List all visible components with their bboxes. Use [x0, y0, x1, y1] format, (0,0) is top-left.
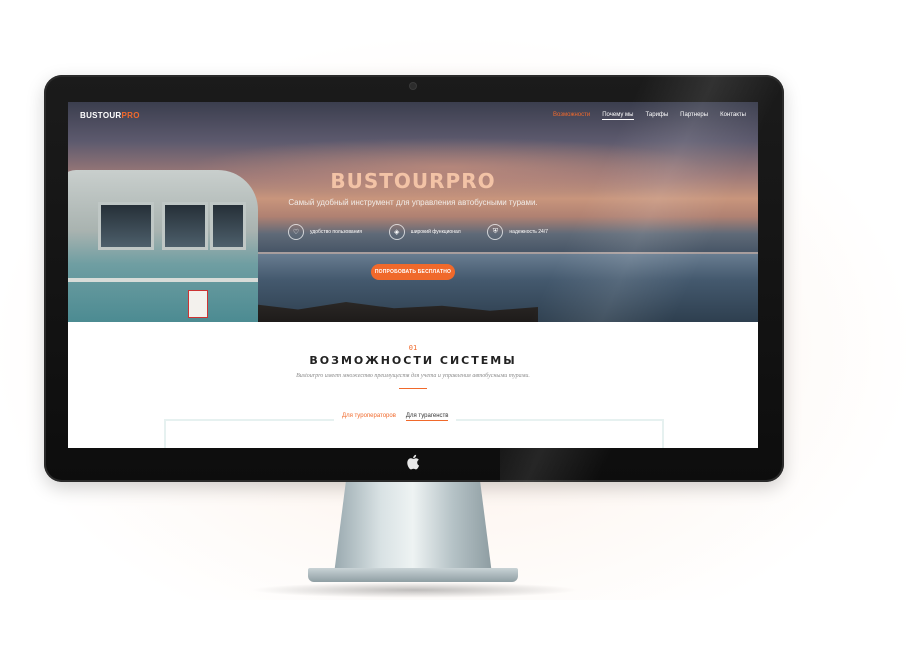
monitor-bezel: BUSTOURPRO Возможности Почему мы Тарифы … — [44, 75, 784, 482]
heart-icon: ♡ — [288, 224, 304, 240]
try-free-button[interactable]: ПОПРОБОВАТЬ БЕСПЛАТНО — [371, 264, 455, 280]
site-logo[interactable]: BUSTOURPRO — [80, 111, 140, 120]
van-stripe — [68, 278, 258, 282]
tab-panel — [164, 419, 664, 448]
menu-item-features[interactable]: Возможности — [553, 112, 590, 120]
hero-subtitle: Самый удобный инструмент для управления … — [288, 198, 538, 207]
feature-item: ◈ широкий функционал — [388, 224, 461, 240]
apple-logo-icon — [407, 454, 420, 470]
section-divider — [399, 388, 427, 389]
tab-bar: Для туроператоров Для турагенств — [334, 413, 457, 421]
feature-label: надежность 24/7 — [509, 229, 548, 235]
layers-icon: ◈ — [388, 224, 405, 240]
section-title: ВОЗМОЖНОСТИ СИСТЕМЫ — [309, 354, 517, 367]
browser-screen: BUSTOURPRO Возможности Почему мы Тарифы … — [68, 102, 758, 448]
tab-travel-agencies[interactable]: Для турагенств — [405, 413, 449, 421]
feature-item: ♡ удобство пользования — [288, 224, 362, 240]
van-window — [162, 202, 208, 250]
monitor-stand-neck — [333, 482, 493, 582]
logo-main-text: BUSTOUR — [80, 111, 122, 120]
feature-label: широкий функционал — [410, 229, 461, 235]
hero-title: BUSTOURPRO — [330, 169, 496, 193]
van-window — [98, 202, 154, 250]
van-sticker — [188, 290, 208, 318]
shield-icon: ⛨ — [487, 224, 504, 240]
hero-section: BUSTOURPRO Возможности Почему мы Тарифы … — [68, 102, 758, 322]
menu-item-why-us[interactable]: Почему мы — [602, 112, 634, 120]
feature-list: ♡ удобство пользования ◈ широкий функцио… — [288, 224, 548, 240]
monitor-stand-base — [308, 568, 518, 582]
feature-item: ⛨ надежность 24/7 — [487, 224, 548, 240]
main-menu: Возможности Почему мы Тарифы Партнеры Ко… — [553, 112, 746, 120]
menu-item-pricing[interactable]: Тарифы — [646, 112, 669, 120]
tab-tour-operators[interactable]: Для туроператоров — [342, 413, 396, 421]
camera-icon — [410, 83, 416, 89]
menu-item-partners[interactable]: Партнеры — [680, 112, 708, 120]
van-window — [210, 202, 246, 250]
section-number: 01 — [408, 344, 418, 352]
menu-item-contacts[interactable]: Контакты — [720, 112, 746, 120]
logo-accent-text: PRO — [121, 111, 140, 120]
stand-shadow — [250, 582, 580, 598]
top-navigation: BUSTOURPRO Возможности Почему мы Тарифы … — [68, 102, 758, 130]
feature-label: удобство пользования — [310, 229, 362, 235]
section-description: Bustourpro имеет множество преимуществ д… — [296, 373, 530, 379]
